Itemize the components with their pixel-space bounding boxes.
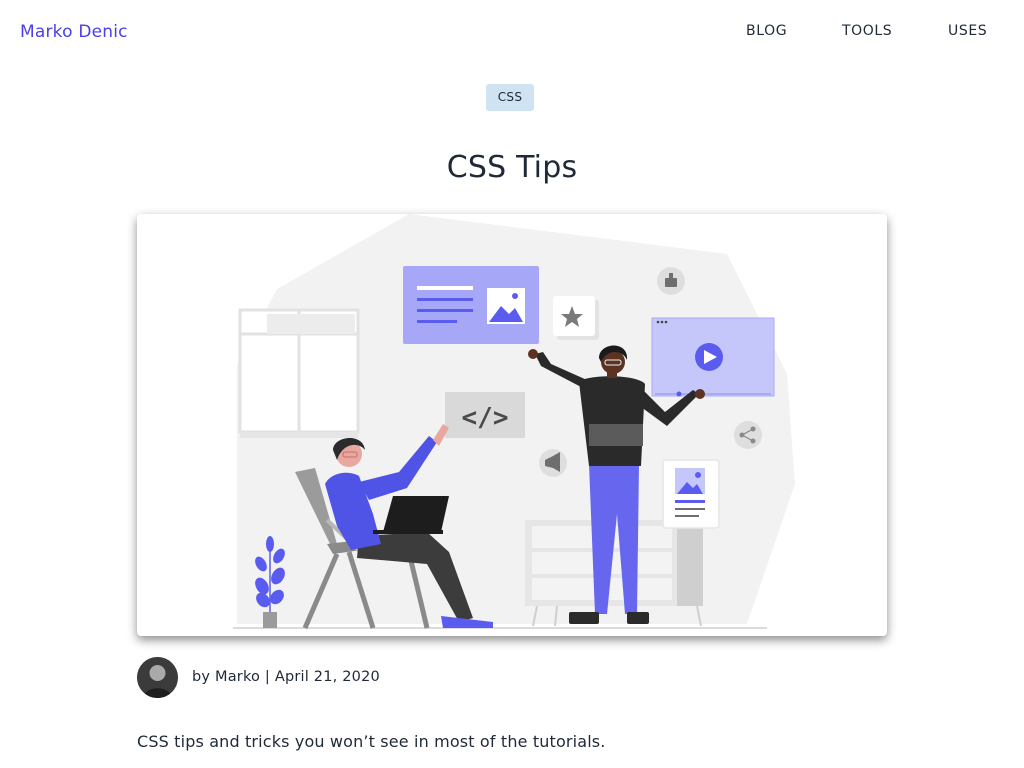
thumbs-up-bubble-illustration [657,267,685,295]
share-bubble-illustration [734,421,762,449]
star-card-illustration [553,296,599,340]
web-card-illustration [403,266,539,344]
window-illustration [238,308,360,438]
hero-illustration-svg: </> [233,214,795,629]
hero-illustration: </> [137,214,887,636]
nav-uses-link[interactable]: USES [948,23,987,39]
author-avatar[interactable] [137,657,178,698]
category-tag-css[interactable]: CSS [486,84,534,111]
code-card-illustration: </> [445,392,525,438]
author-avatar-image [137,657,178,698]
post-date: April 21, 2020 [274,669,380,685]
author-name: Marko [215,669,261,685]
profile-card-illustration [662,459,720,529]
post-intro: CSS tips and tricks you won’t see in mos… [137,732,606,751]
post-byline: by Marko | April 21, 2020 [192,669,380,685]
video-player-illustration [651,317,775,397]
author-prefix: by [192,669,211,685]
main-nav: BLOG TOOLS USES [0,23,1024,43]
nav-blog-link[interactable]: BLOG [746,23,787,39]
megaphone-bubble-illustration [539,449,567,477]
nav-tools-link[interactable]: TOOLS [842,23,892,39]
code-glyph: </> [462,403,509,433]
page: Marko Denic BLOG TOOLS USES CSS CSS Tips [0,0,1024,768]
post-title: CSS Tips [446,150,578,185]
